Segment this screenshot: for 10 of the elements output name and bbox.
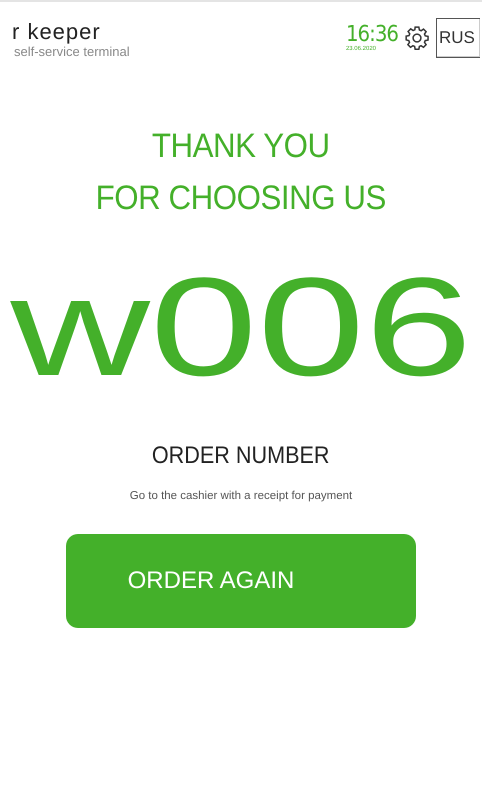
order-number-label: ORDER NUMBER: [152, 442, 330, 470]
clock-time: 16:36: [346, 24, 398, 46]
settings-icon[interactable]: [404, 25, 430, 51]
subtitle: self-service terminal: [14, 44, 130, 59]
payment-hint: Go to the cashier with a receipt for payment: [130, 490, 352, 502]
thank-you-heading: FOR CHOOSING US: [96, 178, 386, 219]
logo: r keeper: [12, 20, 102, 44]
thank-you-heading: THANK YOU: [151, 126, 331, 167]
order-number: w006: [10, 252, 472, 402]
language-button[interactable]: RUS: [436, 18, 480, 58]
